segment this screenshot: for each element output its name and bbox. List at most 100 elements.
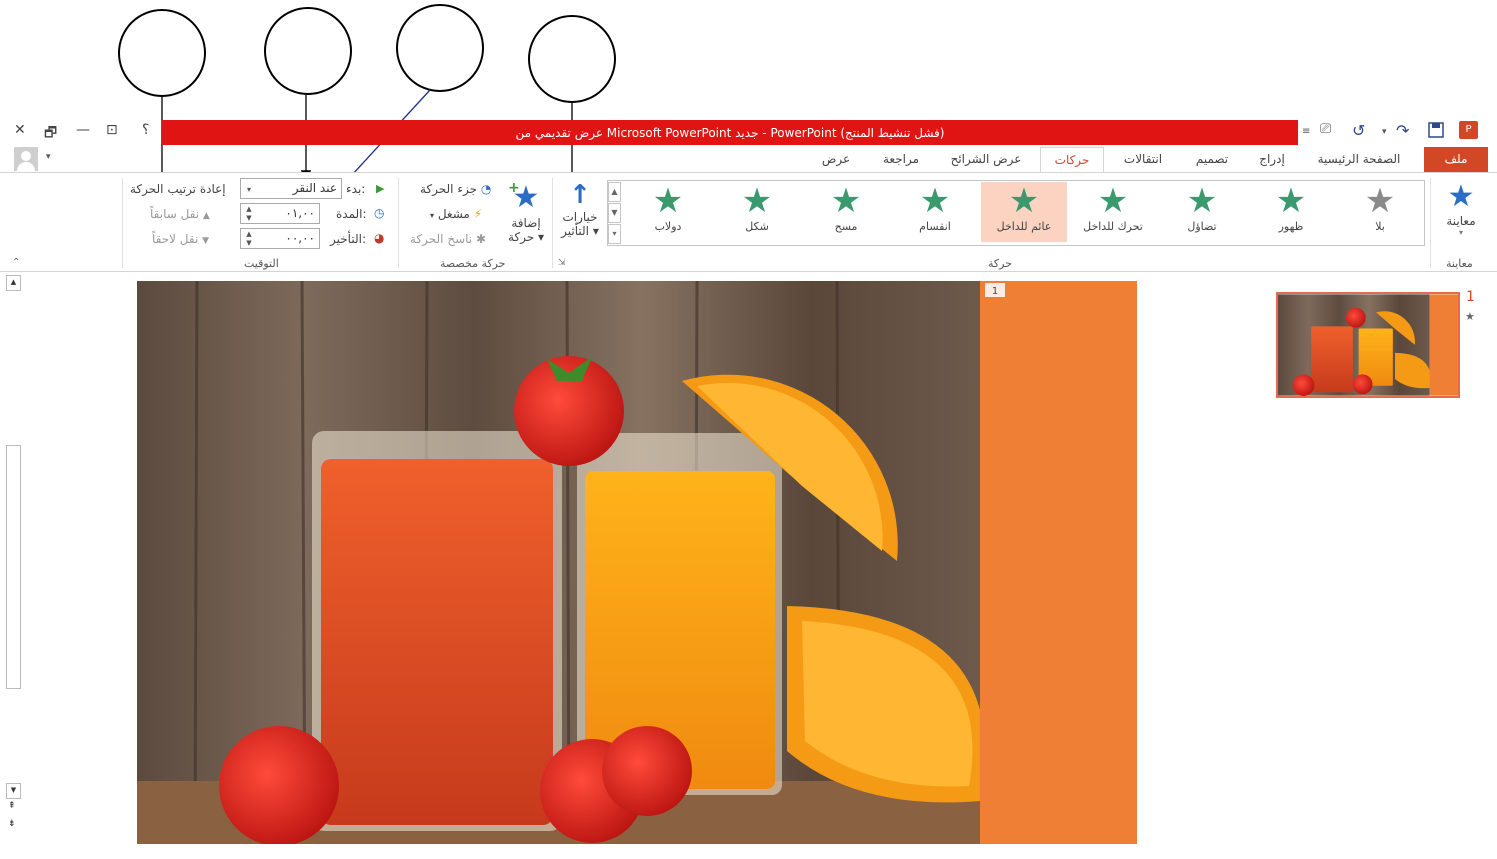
- add-animation-label-2-wrap: حركة ▾: [507, 230, 545, 244]
- add-animation-label-1: إضافة: [511, 216, 541, 230]
- slide-side-panel: [980, 281, 1137, 844]
- move-later-icon: ▼: [202, 236, 210, 246]
- next-slide-icon[interactable]: ⇟: [8, 819, 16, 829]
- tab-view[interactable]: عرض: [812, 147, 860, 173]
- start-value: عند النقر: [292, 181, 337, 195]
- animation-pane-label: جزء الحركة: [420, 182, 477, 196]
- previous-slide-icon[interactable]: ⇞: [8, 801, 16, 811]
- timing-group-label: التوقيت: [244, 257, 279, 270]
- animation-option[interactable]: ★ بلا: [1337, 182, 1423, 242]
- duration-label: المدة:: [336, 207, 367, 221]
- animation-star-icon: ★: [1364, 181, 1396, 221]
- delay-label: التأخير:: [330, 232, 366, 246]
- undo-icon[interactable]: ↺: [1352, 121, 1365, 140]
- minimize-icon[interactable]: —: [76, 122, 90, 138]
- animation-option[interactable]: ★ تضاؤل: [1159, 182, 1245, 242]
- tab-review[interactable]: مراجعة: [870, 147, 932, 173]
- tab-home[interactable]: الصفحة الرئيسية: [1304, 147, 1414, 173]
- effect-options-label-2: التأثير: [561, 224, 589, 238]
- start-label: بدء:: [346, 182, 366, 196]
- animation-star-icon: ★: [1186, 181, 1218, 221]
- animation-option[interactable]: ★ دولاب: [625, 182, 711, 242]
- gallery-scroll-down[interactable]: ▼: [608, 203, 621, 223]
- add-plus-icon: +: [508, 180, 520, 196]
- help-icon[interactable]: ؟: [142, 122, 149, 138]
- tab-file[interactable]: ملف: [1424, 147, 1488, 173]
- slide-thumbnail[interactable]: [1276, 292, 1460, 398]
- lightning-icon: ⚡: [473, 207, 483, 221]
- tab-transitions[interactable]: انتقالات: [1110, 147, 1176, 173]
- restore-icon[interactable]: 🗗: [44, 122, 57, 146]
- animation-pane-icon: ◔: [480, 182, 492, 196]
- duration-value: ٠١,٠٠: [285, 206, 315, 220]
- animation-option[interactable]: ★ تحرك للداخل: [1070, 182, 1156, 242]
- animation-option[interactable]: ★ مسح: [803, 182, 889, 242]
- customize-qat-icon[interactable]: ≡: [1302, 126, 1310, 137]
- animation-option-label: ظهور: [1278, 220, 1304, 233]
- duration-spinner[interactable]: ▲ ▼: [244, 205, 254, 223]
- thumbnail-animation-marker: ★: [1465, 310, 1475, 323]
- powerpoint-logo-icon: P: [1459, 121, 1478, 139]
- animation-option[interactable]: ★ عائم للداخل: [981, 182, 1067, 242]
- tab-design[interactable]: تصميم: [1184, 147, 1240, 173]
- animation-option-label: تحرك للداخل: [1083, 220, 1143, 233]
- animation-painter-label: ناسخ الحركة: [410, 232, 473, 246]
- animation-option[interactable]: ★ شكل: [714, 182, 800, 242]
- animation-option-label: دولاب: [654, 220, 682, 233]
- animation-star-icon: ★: [1097, 181, 1129, 221]
- slide-canvas[interactable]: 1: [137, 281, 1137, 844]
- vertical-scrollbar[interactable]: ▲ ▼ ⇞ ⇟: [6, 275, 21, 835]
- save-icon[interactable]: [1428, 122, 1444, 138]
- start-select[interactable]: ▾ عند النقر: [240, 178, 342, 199]
- move-earlier-button[interactable]: نقل سابقاً ▲: [150, 207, 210, 221]
- undo-dropdown-icon[interactable]: ▾: [1382, 127, 1387, 137]
- animation-option-label: بلا: [1375, 220, 1385, 233]
- start-play-icon: ▶: [376, 182, 385, 195]
- animation-option[interactable]: ★ انقسام: [892, 182, 978, 242]
- preview-button[interactable]: ★ معاينة ▾: [1436, 180, 1486, 244]
- animation-star-icon: ★: [1008, 181, 1040, 221]
- effect-options-label-1: خيارات: [562, 210, 598, 224]
- animation-painter-button[interactable]: ناسخ الحركة ✱: [410, 232, 486, 246]
- animation-option-label: شكل: [745, 220, 769, 233]
- painter-star-icon: ✱: [475, 232, 487, 246]
- tab-insert[interactable]: إدراج: [1248, 147, 1296, 173]
- animation-option-label: انقسام: [919, 220, 951, 233]
- collapse-ribbon-icon[interactable]: ⌃: [12, 257, 20, 268]
- trigger-button[interactable]: ▾ مشغل ⚡: [430, 207, 482, 221]
- redo-icon[interactable]: ↷: [1396, 121, 1409, 140]
- ribbon-tabs: ملف الصفحة الرئيسية إدراج تصميم انتقالات…: [0, 147, 1497, 173]
- tab-slideshow[interactable]: عرض الشرائح: [938, 147, 1034, 173]
- up-arrow-icon: ↑: [569, 180, 591, 210]
- move-earlier-label: نقل سابقاً: [150, 207, 200, 221]
- preview-label: معاينة: [1446, 214, 1476, 228]
- duration-clock-icon: ◷: [374, 206, 385, 220]
- scroll-thumb[interactable]: [6, 445, 21, 689]
- ribbon-display-icon[interactable]: ⊡: [106, 122, 118, 138]
- animation-option-label: مسح: [834, 220, 858, 233]
- delay-spinner[interactable]: ▲ ▼: [244, 230, 254, 248]
- animation-option[interactable]: ★ ظهور: [1248, 182, 1334, 242]
- scroll-up-icon[interactable]: ▲: [6, 275, 21, 291]
- gallery-scroll-up[interactable]: ▲: [608, 182, 621, 202]
- move-later-button[interactable]: نقل لاحقاً ▼: [152, 232, 209, 246]
- animation-star-icon: ★: [652, 181, 684, 221]
- effect-options-button[interactable]: ↑ خيارات التأثير ▾: [556, 180, 604, 250]
- animation-dialog-launcher-icon[interactable]: ⇲: [558, 258, 566, 268]
- start-dropdown-icon: ▾: [247, 185, 252, 194]
- slide-photo[interactable]: [137, 281, 986, 844]
- close-icon[interactable]: ✕: [14, 122, 26, 138]
- start-slideshow-icon[interactable]: ⎚: [1320, 121, 1331, 137]
- slide-number-badge: 1: [992, 286, 998, 297]
- gallery-more[interactable]: ▾: [608, 224, 621, 244]
- animation-star-icon: ★: [741, 181, 773, 221]
- group-divider: [552, 178, 553, 268]
- animation-star-icon: ★: [1275, 181, 1307, 221]
- tab-animations[interactable]: حركات: [1040, 147, 1104, 173]
- group-divider: [398, 178, 399, 268]
- animation-pane-button[interactable]: جزء الحركة ◔: [420, 182, 491, 196]
- preview-dropdown-icon: ▾: [1458, 228, 1463, 237]
- annotation-circle-4: [528, 15, 616, 103]
- slide-thumbnail-preview: [1278, 294, 1458, 396]
- scroll-down-icon[interactable]: ▼: [6, 783, 21, 799]
